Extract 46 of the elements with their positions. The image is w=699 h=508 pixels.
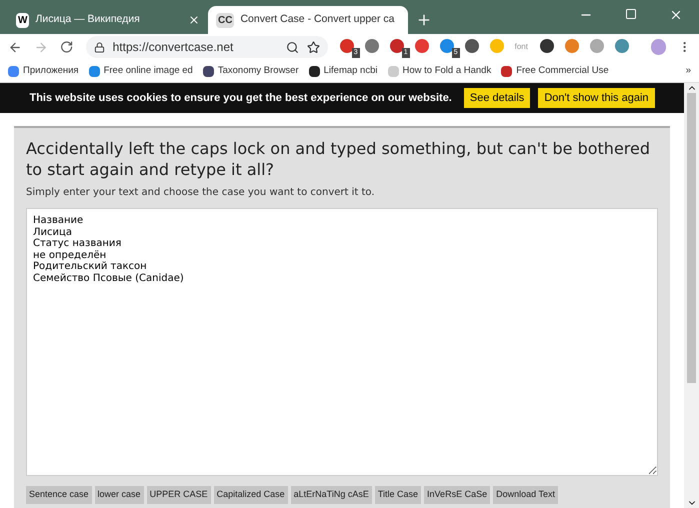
page-description: Simply enter your text and choose the case you want to convert it to.: [26, 186, 376, 200]
close-icon[interactable]: [188, 14, 200, 26]
site-icon: W: [16, 12, 30, 28]
url-text: https://convertcase.net: [112, 39, 234, 56]
text-area[interactable]: Название Лисица Статус названия не определён Родительский таксон Семейство Псовые (Canidae): [26, 208, 658, 476]
page-heading: Accidentally left the caps lock on and typed something, but can't be bothered to start again and retype it all?: [26, 138, 652, 180]
new-tab-icon[interactable]: [416, 12, 432, 28]
case-button[interactable]: InVeRsE CaSe: [424, 486, 490, 504]
address-bar[interactable]: https://convertcase.net: [86, 36, 328, 58]
bookmark-icon: [88, 66, 100, 76]
maximize-icon[interactable]: [625, 8, 637, 20]
extension-icon[interactable]: [464, 39, 481, 55]
lock-icon: [94, 42, 105, 52]
case-button[interactable]: Title Case: [374, 486, 422, 504]
search-icon[interactable]: [286, 40, 299, 54]
case-button[interactable]: UPPER CASE: [146, 486, 211, 504]
bookmark-icon: [501, 66, 512, 76]
browser-tab[interactable]: W Лисица — Википедия: [8, 6, 208, 34]
bookmark-link[interactable]: How to Fold a Handk: [402, 64, 492, 78]
scrollbar[interactable]: [684, 83, 699, 508]
case-button[interactable]: Download Text: [493, 486, 558, 504]
reload-icon[interactable]: [60, 40, 74, 54]
browser-tab[interactable]: CC Convert Case - Convert upper ca: [208, 6, 408, 34]
extension-icon[interactable]: [540, 39, 556, 55]
bookmark-link[interactable]: Free online image ed: [104, 64, 193, 78]
case-button[interactable]: lower case: [94, 486, 144, 504]
cookie-button[interactable]: Don't show this again: [538, 88, 655, 108]
bookmark-icon: [308, 66, 320, 76]
bookmark-link[interactable]: Lifemap ncbi: [324, 64, 378, 78]
bookmark-icon: [202, 66, 214, 76]
bookmark-icon: [388, 66, 398, 76]
bookmark-link[interactable]: Приложения: [23, 64, 79, 78]
tab-title: Лисица — Википедия: [35, 12, 141, 28]
star-icon[interactable]: [306, 40, 320, 54]
tab-title: Convert Case - Convert upper ca: [240, 12, 395, 28]
site-icon: CC: [216, 12, 234, 28]
bookmark-icon: [8, 66, 19, 76]
more-bookmarks[interactable]: »: [686, 64, 691, 78]
bookmark-link[interactable]: Taxonomy Browser: [218, 64, 299, 78]
cookie-button[interactable]: See details: [464, 88, 530, 108]
close-icon[interactable]: [669, 8, 683, 22]
bookmark-link[interactable]: Free Commercial Use: [516, 64, 609, 78]
case-button[interactable]: Sentence case: [26, 486, 92, 504]
case-button[interactable]: aLtErNaTiNg cAsE: [290, 486, 372, 504]
case-button[interactable]: Capitalized Case: [214, 486, 288, 504]
cookie-message: This website uses cookies to ensure you get the best experience on our website.: [29, 90, 452, 106]
